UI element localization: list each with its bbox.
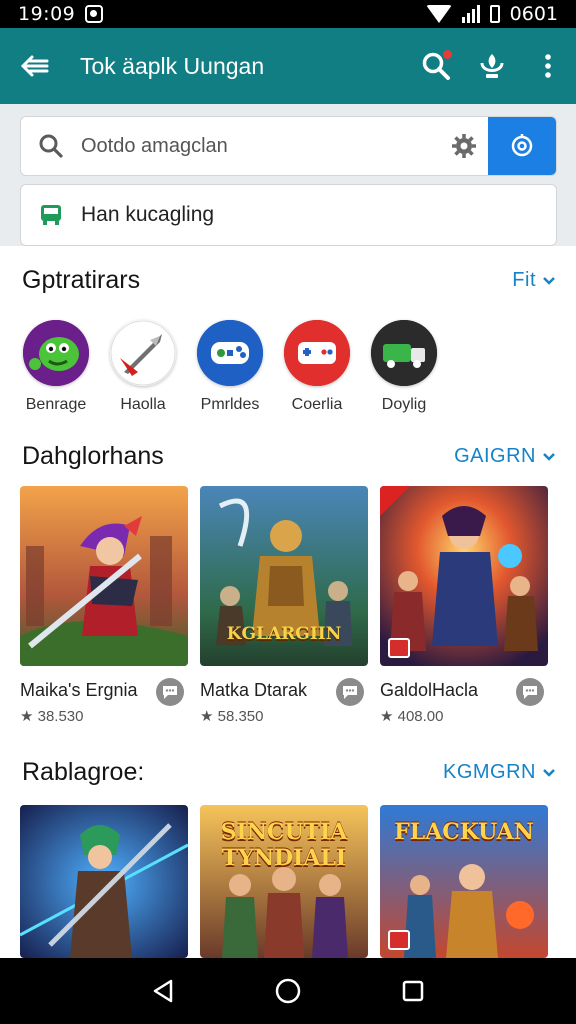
app-bar: Tok äaplk Uungan	[0, 28, 576, 104]
nav-recents-button[interactable]	[383, 961, 443, 1021]
chat-icon[interactable]	[516, 678, 544, 706]
chevron-down-icon	[543, 276, 555, 285]
nav-home-button[interactable]	[258, 961, 318, 1021]
camera-search-icon	[511, 134, 533, 157]
filter-chip[interactable]: Han kucagling	[20, 184, 557, 246]
back-button[interactable]	[0, 28, 70, 104]
game-artwork: FLACKUAN	[380, 805, 548, 958]
triangle-back-icon	[153, 979, 172, 1003]
category-item[interactable]: Pmrldes	[192, 320, 268, 414]
chevron-down-icon	[543, 768, 555, 777]
notification-dot	[443, 50, 452, 59]
square-recents-icon	[403, 980, 424, 1002]
game-artwork: SINCUTIA TYNDIALI	[200, 805, 368, 958]
system-nav-bar	[0, 958, 576, 1024]
category-item[interactable]: Benrage	[18, 320, 94, 414]
game-rating: ★ 38.530	[20, 708, 84, 725]
search-icon	[21, 133, 81, 159]
categories-header: Gptratirars Fit	[22, 266, 556, 295]
game-rating: ★ 58.350	[200, 708, 264, 725]
game-card[interactable]: FLACKUAN	[380, 805, 548, 958]
game-art-title: SINCUTIA TYNDIALI	[220, 819, 348, 871]
more-label: Fit	[512, 269, 536, 291]
gear-icon[interactable]	[440, 133, 488, 159]
chat-icon[interactable]	[156, 678, 184, 706]
app-title: Tok äaplk Uungan	[80, 52, 265, 79]
more-vert-icon	[545, 54, 551, 78]
status-bar: 19:09 0601	[0, 0, 576, 28]
section-more-button[interactable]: GAIGRN	[454, 445, 556, 468]
signal-icon	[461, 5, 480, 23]
more-label: GAIGRN	[454, 445, 536, 467]
game-card[interactable]: KGLARGIIN Matka Dtarak ★ 58.350	[200, 486, 368, 725]
controller-icon	[284, 320, 350, 386]
circle-home-icon	[275, 978, 301, 1004]
game-artwork	[20, 805, 188, 958]
game-artwork	[380, 486, 548, 666]
category-item[interactable]: Coerlia	[279, 320, 355, 414]
battery-icon	[489, 5, 500, 23]
category-item[interactable]: Doylig	[366, 320, 442, 414]
chevron-down-icon	[543, 452, 555, 461]
search-button[interactable]	[408, 28, 464, 104]
game-artwork	[20, 486, 188, 666]
category-label: Doylig	[381, 396, 427, 413]
search-input[interactable]: Ootdo amagclan	[20, 116, 557, 176]
chip-label: Han kucagling	[81, 203, 215, 226]
second-row: SINCUTIA TYNDIALI FLACKUAN	[20, 805, 548, 958]
category-label: Haolla	[120, 396, 166, 413]
more-options-button[interactable]	[520, 28, 576, 104]
featured-header: Dahglorhans GAIGRN	[22, 442, 556, 471]
game-artwork: KGLARGIIN	[200, 486, 368, 666]
section-more-button[interactable]: KGMGRN	[443, 761, 556, 784]
play-badge-icon	[388, 638, 410, 658]
gamepad-icon	[197, 320, 263, 386]
category-label: Coerlia	[291, 396, 343, 413]
game-rating: ★ 408.00	[380, 708, 444, 725]
chat-icon[interactable]	[336, 678, 364, 706]
section-more-button[interactable]: Fit	[512, 269, 556, 292]
game-card[interactable]: GaldolHacla ★ 408.00	[380, 486, 548, 725]
search-area: Ootdo amagclan Han kucagling	[0, 104, 576, 246]
game-icon	[23, 320, 89, 386]
second-header: Rablagroe: KGMGRN	[22, 758, 556, 787]
featured-row: Maika's Ergnia ★ 38.530 KGLARGIIN Matka …	[20, 486, 548, 725]
category-item[interactable]: Haolla	[105, 320, 181, 414]
notification-icon	[85, 5, 104, 23]
wifi-icon	[425, 5, 452, 23]
game-card[interactable]	[20, 805, 188, 958]
game-card[interactable]: SINCUTIA TYNDIALI	[200, 805, 368, 958]
game-art-title: KGLARGIIN	[226, 624, 342, 644]
search-placeholder: Ootdo amagclan	[81, 134, 228, 157]
status-time: 19:09	[18, 3, 76, 25]
section-title: Gptratirars	[22, 266, 141, 294]
category-label: Benrage	[25, 396, 87, 413]
category-label: Pmrldes	[200, 396, 260, 413]
bus-icon	[21, 203, 81, 227]
nav-back-button[interactable]	[133, 961, 193, 1021]
truck-icon	[371, 320, 437, 386]
more-label: KGMGRN	[443, 761, 536, 783]
section-title: Dahglorhans	[22, 442, 164, 470]
game-card[interactable]: Maika's Ergnia ★ 38.530	[20, 486, 188, 725]
sword-icon	[110, 320, 176, 386]
play-badge-icon	[388, 930, 410, 950]
battery-text: 0601	[509, 3, 558, 25]
game-art-title: FLACKUAN	[394, 819, 534, 845]
microphone-icon	[480, 54, 504, 78]
arrow-left-icon	[20, 55, 49, 77]
voice-button[interactable]	[464, 28, 520, 104]
section-title: Rablagroe:	[22, 758, 145, 786]
camera-search-button[interactable]	[488, 117, 556, 175]
category-list: Benrage Haolla Pmrldes Coerlia Doylig	[18, 320, 442, 414]
